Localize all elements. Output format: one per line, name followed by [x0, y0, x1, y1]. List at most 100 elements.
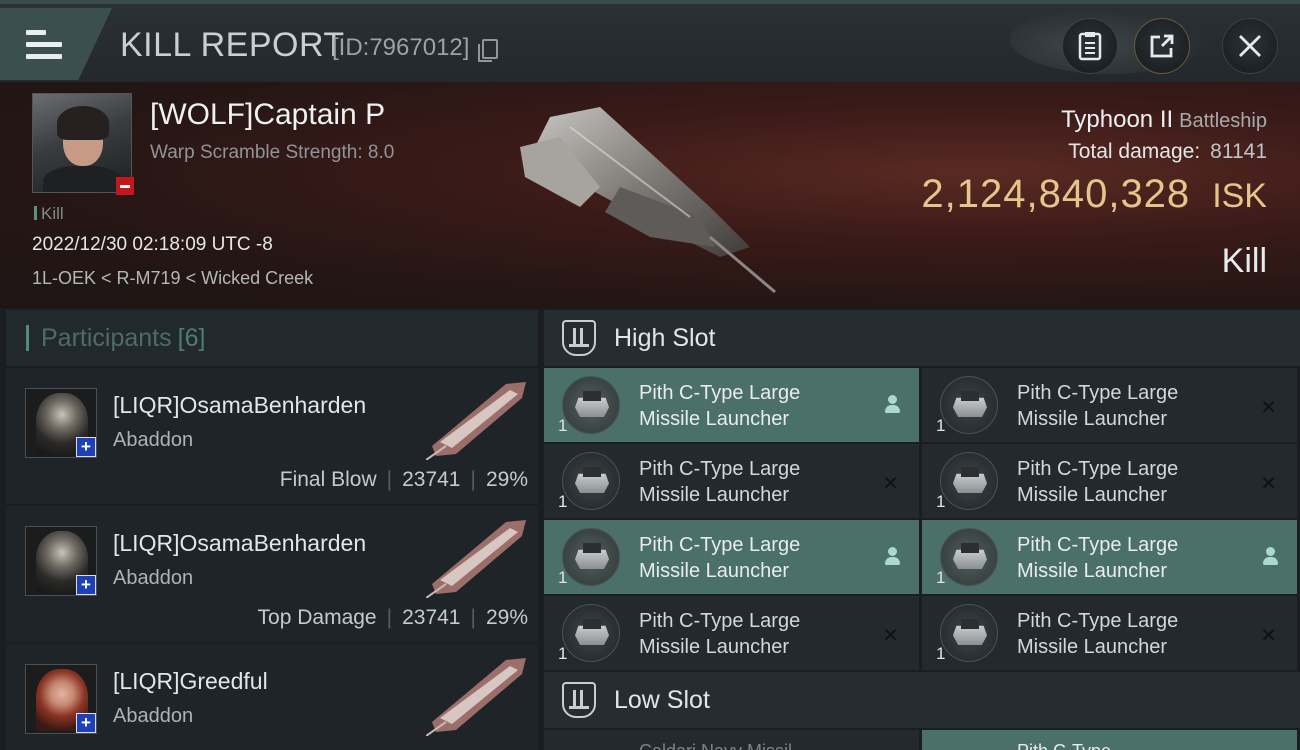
- missile-launcher-icon: [562, 452, 620, 510]
- high-slot-icon: [562, 320, 596, 356]
- module-name: Caldari Navy Missil: [639, 738, 859, 750]
- participant-stats: Final Blow | 23741 | 29%: [279, 468, 528, 491]
- fitting-panel: High Slot 1 Pith C-Type Large Missile Lau…: [544, 310, 1300, 750]
- module-item[interactable]: 1 Pith C-Type Large Missile Launcher ✕: [544, 444, 919, 518]
- participant-ship: Abaddon: [113, 429, 194, 451]
- total-damage-label: Total damage:: [1068, 140, 1201, 163]
- missile-launcher-icon: [562, 604, 620, 662]
- high-slot-modules: 1 Pith C-Type Large Missile Launcher 1 Pi…: [544, 368, 1300, 670]
- menu-icon: [26, 30, 62, 59]
- result-label: Kill: [1221, 242, 1267, 280]
- module-quantity: 1: [558, 568, 568, 587]
- participant-row[interactable]: + [LIQR]OsamaBenharden Abaddon Final Blo…: [6, 368, 538, 504]
- header-bar: KILL REPORT [ID:7967012]: [0, 0, 1300, 82]
- kill-location: 1L-OEK < R-M719 < Wicked Creek: [32, 268, 314, 288]
- participant-ship: Abaddon: [113, 705, 194, 727]
- module-quantity: 1: [558, 492, 568, 511]
- participant-ship-image: [426, 658, 526, 736]
- destroyed-x-icon: ✕: [1260, 473, 1277, 495]
- missile-launcher-icon: [940, 376, 998, 434]
- participants-header: Participants [6]: [6, 310, 538, 366]
- clipboard-icon: [1078, 32, 1102, 61]
- menu-button[interactable]: [0, 8, 112, 80]
- participant-role: Top Damage: [257, 606, 377, 629]
- low-slot-label: Low Slot: [614, 685, 710, 714]
- plus-icon[interactable]: +: [76, 575, 96, 595]
- module-name: Pith C-Type Large Missile Launcher: [1017, 610, 1179, 658]
- missile-launcher-icon: [940, 528, 998, 586]
- copy-icon[interactable]: [478, 39, 498, 62]
- dropped-person-icon: [885, 395, 900, 415]
- participant-name[interactable]: [LIQR]OsamaBenharden: [113, 530, 366, 557]
- participants-panel: Participants [6] + [LIQR]OsamaBenharden …: [6, 310, 538, 750]
- module-name: Pith C-Type Large Missile Launcher: [1017, 458, 1179, 506]
- total-damage-value: 81141: [1210, 140, 1267, 163]
- participant-row[interactable]: + [LIQR]OsamaBenharden Abaddon Top Damag…: [6, 506, 538, 642]
- participant-ship-image: [426, 382, 526, 460]
- module-quantity: 1: [936, 644, 946, 663]
- module-name: Pith C-Type Large Missile Launcher: [1017, 534, 1179, 582]
- low-slot-icon: [562, 682, 596, 718]
- module-name: Pith C-Type: [1017, 738, 1237, 750]
- participants-label: Participants: [41, 323, 172, 352]
- module-item[interactable]: 1 Pith C-Type Large Missile Launcher: [922, 520, 1297, 594]
- module-item[interactable]: Caldari Navy Missil: [544, 730, 919, 750]
- participant-name[interactable]: [LIQR]OsamaBenharden: [113, 392, 366, 419]
- missile-launcher-icon: [940, 452, 998, 510]
- missile-launcher-icon: [562, 528, 620, 586]
- module-name: Pith C-Type Large Missile Launcher: [639, 458, 801, 506]
- participant-row[interactable]: + [LIQR]Greedful Abaddon: [6, 644, 538, 750]
- victim-ship-image: [520, 107, 776, 294]
- victim-banner: [WOLF]Captain P Warp Scramble Strength: …: [0, 82, 1300, 308]
- isk-amount: 2,124,840,328: [921, 172, 1191, 216]
- page-title: KILL REPORT: [120, 26, 345, 64]
- destroyed-x-icon: ✕: [1260, 625, 1277, 647]
- kill-timestamp: 2022/12/30 02:18:09 UTC -8: [32, 234, 273, 255]
- module-quantity: 1: [936, 492, 946, 511]
- participant-damage: 23741: [402, 468, 461, 491]
- plus-icon[interactable]: +: [76, 437, 96, 457]
- participant-name[interactable]: [LIQR]Greedful: [113, 668, 268, 695]
- module-item[interactable]: 1 Pith C-Type Large Missile Launcher ✕: [544, 596, 919, 670]
- module-item[interactable]: 1 Pith C-Type Large Missile Launcher ✕: [922, 368, 1297, 442]
- module-name: Pith C-Type Large Missile Launcher: [639, 382, 801, 430]
- ship-name: Typhoon II: [1061, 106, 1174, 133]
- destroyed-x-icon: ✕: [1260, 397, 1277, 419]
- high-slot-label: High Slot: [614, 323, 716, 352]
- module-item[interactable]: Pith C-Type: [922, 730, 1297, 750]
- share-icon: [1150, 34, 1174, 58]
- module-item[interactable]: 1 Pith C-Type Large Missile Launcher ✕: [922, 444, 1297, 518]
- module-item[interactable]: 1 Pith C-Type Large Missile Launcher ✕: [922, 596, 1297, 670]
- low-slot-modules: Caldari Navy Missil Pith C-Type: [544, 730, 1300, 750]
- warp-scramble-strength: Warp Scramble Strength: 8.0: [150, 142, 395, 163]
- module-quantity: 1: [558, 416, 568, 435]
- close-button[interactable]: [1222, 18, 1278, 74]
- clipboard-button[interactable]: [1062, 18, 1118, 74]
- dropped-person-icon: [1263, 547, 1278, 567]
- participant-ship: Abaddon: [113, 567, 194, 589]
- module-name: Pith C-Type Large Missile Launcher: [1017, 382, 1179, 430]
- participant-percent: 29%: [485, 606, 528, 629]
- low-slot-header: Low Slot: [544, 672, 1300, 728]
- participant-damage: 23741: [402, 606, 461, 629]
- destroyed-x-icon: ✕: [882, 473, 899, 495]
- plus-icon[interactable]: +: [76, 713, 96, 733]
- victim-name[interactable]: [WOLF]Captain P: [150, 98, 385, 132]
- module-quantity: 1: [936, 416, 946, 435]
- module-item[interactable]: 1 Pith C-Type Large Missile Launcher: [544, 368, 919, 442]
- hostile-badge-icon: [116, 177, 134, 195]
- ship-class: Battleship: [1179, 110, 1267, 132]
- module-item[interactable]: 1 Pith C-Type Large Missile Launcher: [544, 520, 919, 594]
- isk-value: 2,124,840,328 ISK: [921, 172, 1267, 217]
- isk-unit: ISK: [1212, 177, 1267, 215]
- participants-count: [6]: [177, 323, 206, 352]
- victim-ship[interactable]: Typhoon II Battleship: [1061, 106, 1267, 134]
- module-quantity: 1: [936, 568, 946, 587]
- share-button[interactable]: [1134, 18, 1190, 74]
- participant-stats: Top Damage | 23741 | 29%: [257, 606, 528, 629]
- destroyed-x-icon: ✕: [882, 625, 899, 647]
- module-name: Pith C-Type Large Missile Launcher: [639, 610, 801, 658]
- report-id: [ID:7967012]: [332, 34, 470, 61]
- kill-tag: Kill: [34, 204, 64, 224]
- missile-launcher-icon: [940, 604, 998, 662]
